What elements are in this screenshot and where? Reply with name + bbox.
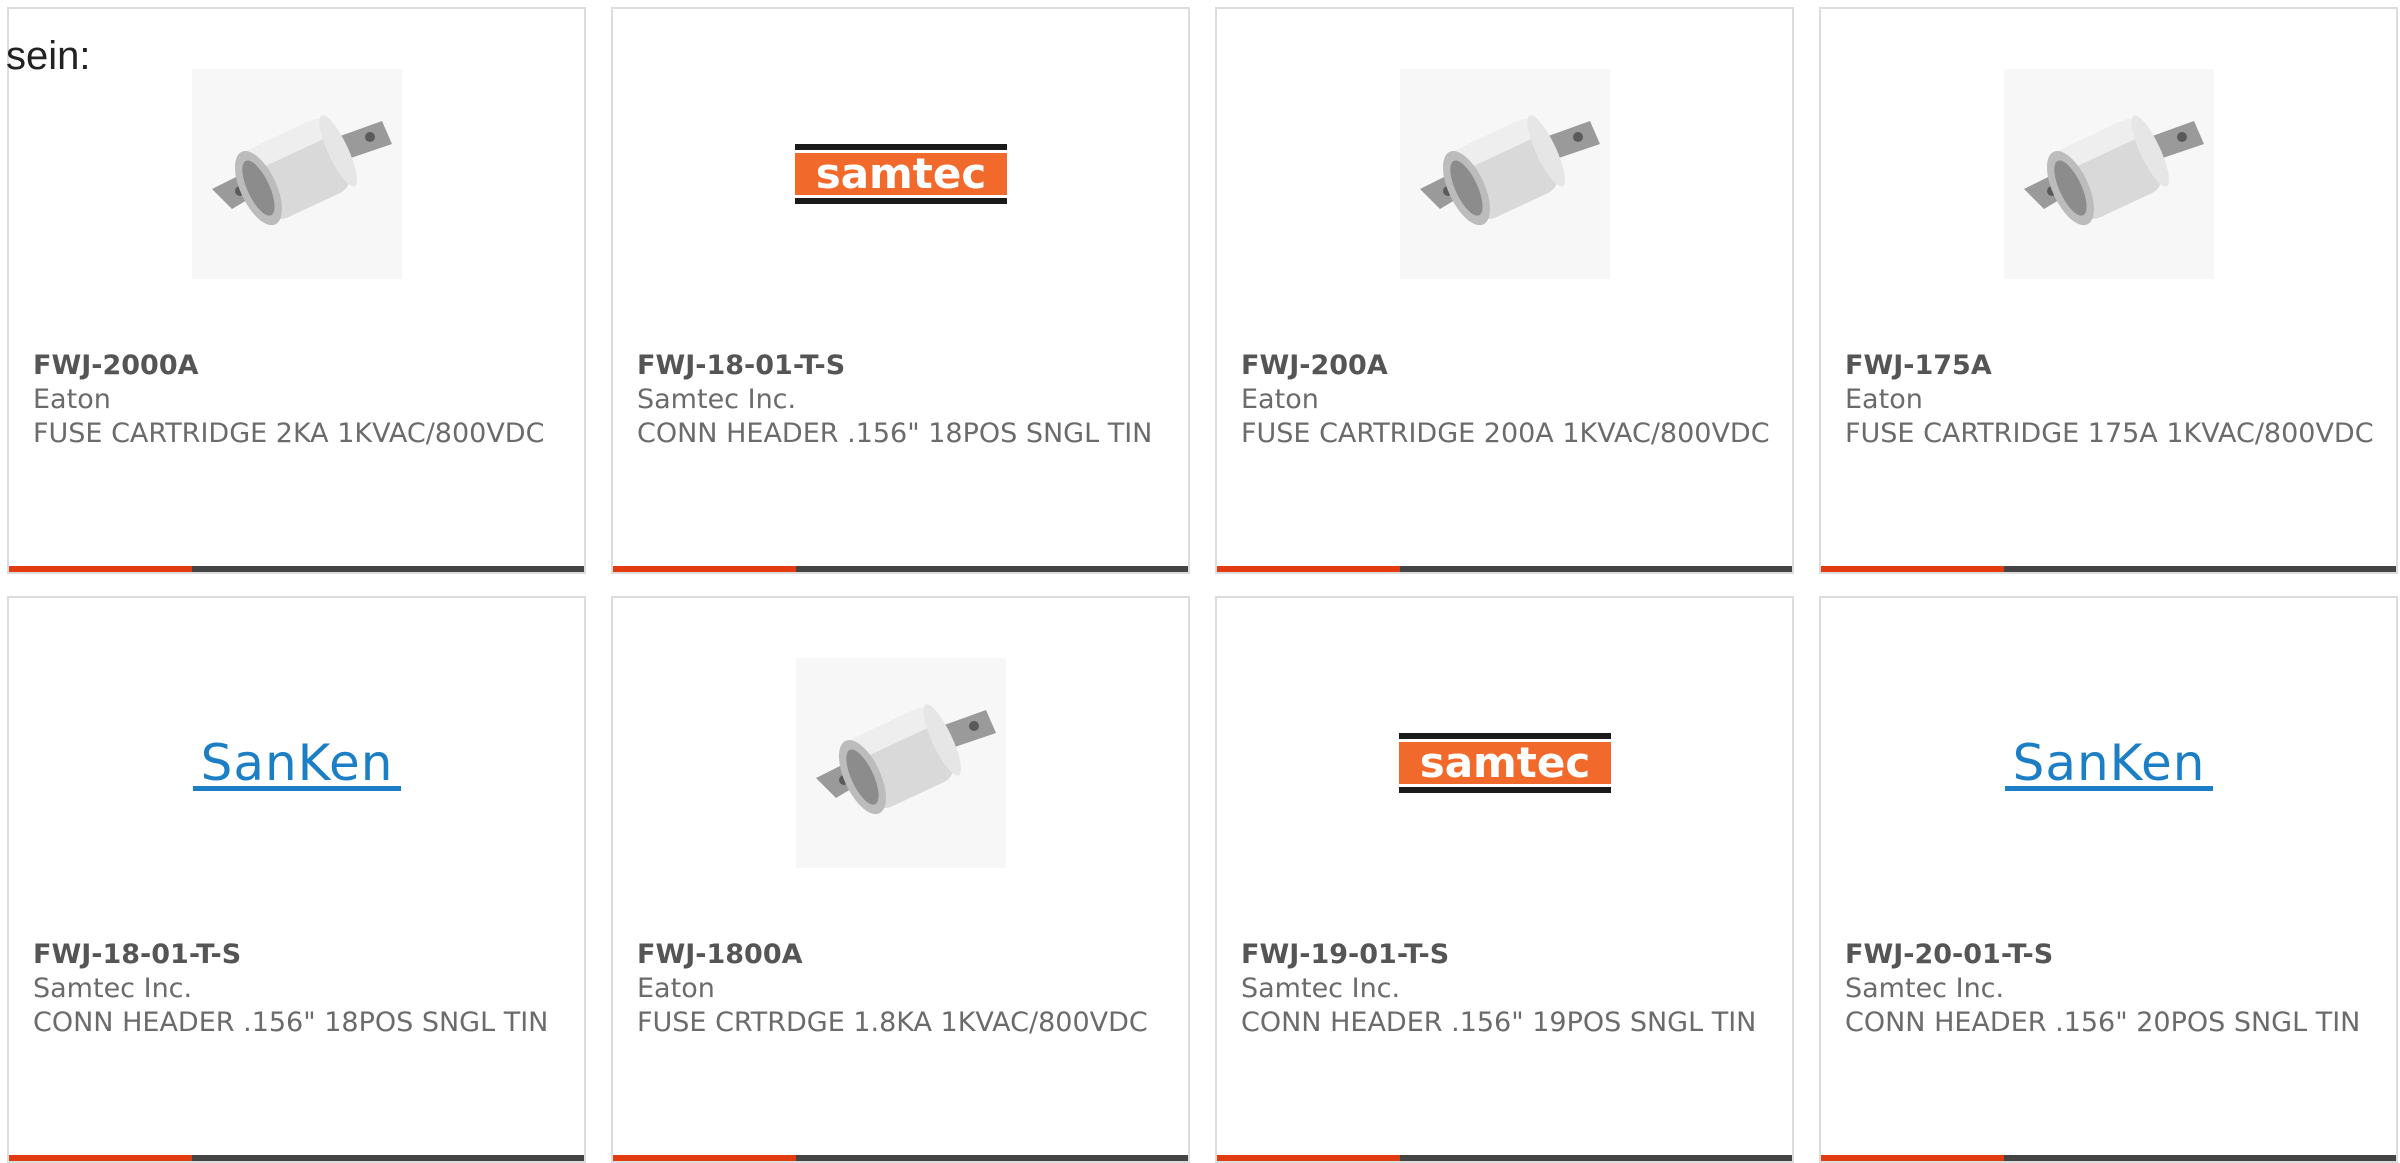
fuse-cartridge-icon (2003, 69, 2214, 279)
card-bottom-bar (1217, 1155, 1792, 1161)
svg-text:SanKen: SanKen (2012, 734, 2205, 792)
manufacturer-name: Samtec Inc. (1845, 973, 2005, 1004)
product-card[interactable]: SanKen FWJ-20-01-T-S Samtec Inc. CONN HE… (1819, 596, 2398, 1163)
product-image[interactable]: SanKen (1821, 658, 2396, 868)
manufacturer-name: Eaton (1241, 384, 1319, 415)
manufacturer-name: Samtec Inc. (33, 973, 193, 1004)
card-bottom-bar (9, 1155, 584, 1161)
product-image[interactable]: samtec (1217, 658, 1792, 868)
product-info: FWJ-19-01-T-S Samtec Inc. CONN HEADER .1… (1241, 938, 1772, 1040)
product-info: FWJ-1800A Eaton FUSE CRTRDGE 1.8KA 1KVAC… (637, 938, 1168, 1040)
part-number-link[interactable]: FWJ-18-01-T-S (33, 938, 564, 972)
product-image[interactable] (613, 658, 1188, 868)
svg-text:SanKen: SanKen (200, 734, 393, 792)
svg-text:samtec: samtec (1419, 738, 1590, 787)
card-accent-bar (1217, 566, 1400, 572)
product-image[interactable] (9, 69, 584, 279)
manufacturer-name: Samtec Inc. (637, 384, 797, 415)
intro-text: sein: (6, 34, 91, 78)
card-bottom-bar (613, 566, 1188, 572)
sanken-logo-icon: SanKen (192, 734, 401, 792)
card-accent-bar (1821, 566, 2004, 572)
product-image[interactable] (1217, 69, 1792, 279)
product-image[interactable] (1821, 69, 2396, 279)
product-grid: FWJ-2000A Eaton FUSE CARTRIDGE 2KA 1KVAC… (7, 7, 2398, 1163)
card-bottom-bar (1821, 1155, 2396, 1161)
product-image[interactable]: SanKen (9, 658, 584, 868)
product-card[interactable]: FWJ-175A Eaton FUSE CARTRIDGE 175A 1KVAC… (1819, 7, 2398, 574)
samtec-logo-icon: samtec (1398, 733, 1611, 793)
part-number-link[interactable]: FWJ-19-01-T-S (1241, 938, 1772, 972)
product-description: FUSE CRTRDGE 1.8KA 1KVAC/800VDC (637, 1007, 1148, 1038)
product-card[interactable]: samtec FWJ-19-01-T-S Samtec Inc. CONN HE… (1215, 596, 1794, 1163)
product-image[interactable]: samtec (613, 69, 1188, 279)
product-description: FUSE CARTRIDGE 2KA 1KVAC/800VDC (33, 418, 545, 449)
product-info: FWJ-2000A Eaton FUSE CARTRIDGE 2KA 1KVAC… (33, 349, 564, 451)
card-accent-bar (613, 566, 796, 572)
svg-text:samtec: samtec (815, 149, 986, 198)
manufacturer-name: Eaton (33, 384, 111, 415)
card-bottom-bar (9, 566, 584, 572)
part-number-link[interactable]: FWJ-2000A (33, 349, 564, 383)
part-number-link[interactable]: FWJ-1800A (637, 938, 1168, 972)
card-accent-bar (613, 1155, 796, 1161)
product-info: FWJ-18-01-T-S Samtec Inc. CONN HEADER .1… (637, 349, 1168, 451)
part-number-link[interactable]: FWJ-200A (1241, 349, 1772, 383)
part-number-link[interactable]: FWJ-175A (1845, 349, 2376, 383)
fuse-cartridge-icon (1399, 69, 1610, 279)
product-info: FWJ-175A Eaton FUSE CARTRIDGE 175A 1KVAC… (1845, 349, 2376, 451)
card-bottom-bar (1217, 566, 1792, 572)
product-info: FWJ-200A Eaton FUSE CARTRIDGE 200A 1KVAC… (1241, 349, 1772, 451)
product-card[interactable]: FWJ-1800A Eaton FUSE CRTRDGE 1.8KA 1KVAC… (611, 596, 1190, 1163)
card-bottom-bar (1821, 566, 2396, 572)
product-card[interactable]: samtec FWJ-18-01-T-S Samtec Inc. CONN HE… (611, 7, 1190, 574)
manufacturer-name: Eaton (1845, 384, 1923, 415)
product-card[interactable]: FWJ-200A Eaton FUSE CARTRIDGE 200A 1KVAC… (1215, 7, 1794, 574)
product-description: CONN HEADER .156" 18POS SNGL TIN (33, 1007, 549, 1038)
product-card[interactable]: SanKen FWJ-18-01-T-S Samtec Inc. CONN HE… (7, 596, 586, 1163)
fuse-cartridge-icon (795, 658, 1006, 868)
product-info: FWJ-18-01-T-S Samtec Inc. CONN HEADER .1… (33, 938, 564, 1040)
card-bottom-bar (613, 1155, 1188, 1161)
part-number-link[interactable]: FWJ-18-01-T-S (637, 349, 1168, 383)
fuse-cartridge-icon (191, 69, 402, 279)
card-accent-bar (1217, 1155, 1400, 1161)
sanken-logo-icon: SanKen (2004, 734, 2213, 792)
product-info: FWJ-20-01-T-S Samtec Inc. CONN HEADER .1… (1845, 938, 2376, 1040)
product-description: CONN HEADER .156" 19POS SNGL TIN (1241, 1007, 1757, 1038)
product-description: CONN HEADER .156" 20POS SNGL TIN (1845, 1007, 2361, 1038)
card-accent-bar (1821, 1155, 2004, 1161)
manufacturer-name: Eaton (637, 973, 715, 1004)
product-card[interactable]: FWJ-2000A Eaton FUSE CARTRIDGE 2KA 1KVAC… (7, 7, 586, 574)
card-accent-bar (9, 566, 192, 572)
product-description: FUSE CARTRIDGE 200A 1KVAC/800VDC (1241, 418, 1770, 449)
card-accent-bar (9, 1155, 192, 1161)
product-description: FUSE CARTRIDGE 175A 1KVAC/800VDC (1845, 418, 2374, 449)
part-number-link[interactable]: FWJ-20-01-T-S (1845, 938, 2376, 972)
manufacturer-name: Samtec Inc. (1241, 973, 1401, 1004)
samtec-logo-icon: samtec (794, 144, 1007, 204)
product-description: CONN HEADER .156" 18POS SNGL TIN (637, 418, 1153, 449)
